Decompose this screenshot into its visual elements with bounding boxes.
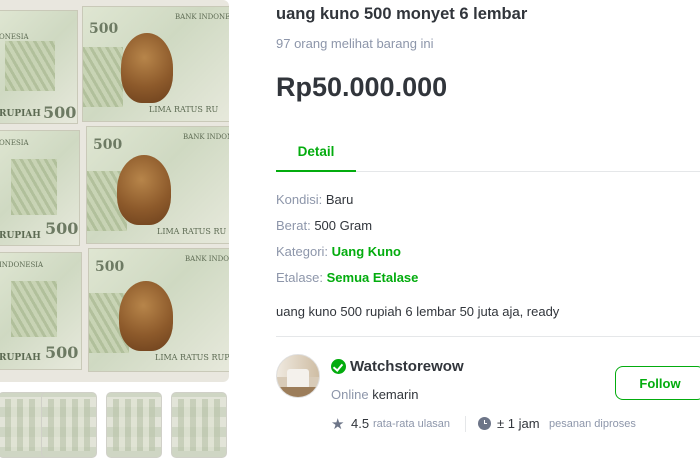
detail-tab-bar: Detail (276, 132, 700, 172)
spec-label: Etalase: (276, 270, 323, 285)
banknote-photo: INDONESIA RUPIAH 500 (0, 252, 82, 370)
thumbnail-strip (0, 392, 232, 458)
follow-button[interactable]: Follow (615, 366, 700, 400)
section-divider (276, 336, 700, 337)
banknote-photo: ONESIA RUPIAH 500 (0, 10, 78, 124)
product-gallery: ONESIA RUPIAH 500 BANK INDONE 500 LIMA R… (0, 0, 232, 465)
verified-badge-icon (331, 359, 346, 374)
star-icon: ★ (331, 416, 345, 433)
thumbnail-2[interactable] (41, 392, 97, 458)
stats-divider (465, 416, 466, 432)
spec-value: Baru (325, 192, 354, 207)
thumbnail-3[interactable] (106, 392, 162, 458)
spec-weight: Berat: 500 Gram (276, 218, 372, 233)
online-value: kemarin (372, 387, 419, 402)
orangutan-illustration (117, 155, 171, 225)
banknote-photo: BANK INDONE 500 LIMA RATUS RU (82, 6, 229, 122)
banknote-photo: BANK INDONESIA 500 LIMA RATUS RU (86, 126, 229, 244)
spec-value: 500 Gram (314, 218, 373, 233)
orangutan-illustration (119, 281, 173, 351)
shop-avatar[interactable] (276, 354, 320, 398)
showcase-link[interactable]: Semua Etalase (327, 270, 419, 285)
clock-icon (478, 417, 491, 430)
spec-label: Berat: (276, 218, 311, 233)
process-label: pesanan diproses (549, 418, 636, 430)
online-label: Online (331, 387, 369, 402)
category-link[interactable]: Uang Kuno (332, 244, 401, 259)
tab-detail[interactable]: Detail (276, 132, 356, 172)
shop-rating: 4.5 (351, 416, 370, 431)
thumbnail-4[interactable] (171, 392, 227, 458)
spec-category: Kategori: Uang Kuno (276, 244, 401, 259)
online-status: Online kemarin (331, 387, 418, 402)
shop-name[interactable]: Watchstorewow (350, 358, 464, 375)
orangutan-illustration (121, 33, 173, 103)
spec-condition: Kondisi: Baru (276, 192, 353, 207)
product-price: Rp50.000.000 (276, 72, 448, 102)
spec-label: Kondisi: (276, 192, 323, 207)
banknote-photo: BANK INDONESIA 500 LIMA RATUS RUPI (88, 248, 229, 372)
product-description: uang kuno 500 rupiah 6 lembar 50 juta aj… (276, 304, 560, 319)
view-count: 97 orang melihat barang ini (276, 36, 434, 51)
banknote-photo: ONESIA RUPIAH 500 (0, 130, 80, 246)
main-product-photo[interactable]: ONESIA RUPIAH 500 BANK INDONE 500 LIMA R… (0, 0, 229, 382)
spec-showcase: Etalase: Semua Etalase (276, 270, 418, 285)
spec-label: Kategori: (276, 244, 329, 259)
product-title: uang kuno 500 monyet 6 lembar (276, 5, 528, 23)
process-time: ± 1 jam (497, 416, 540, 431)
rating-label: rata-rata ulasan (373, 418, 451, 430)
